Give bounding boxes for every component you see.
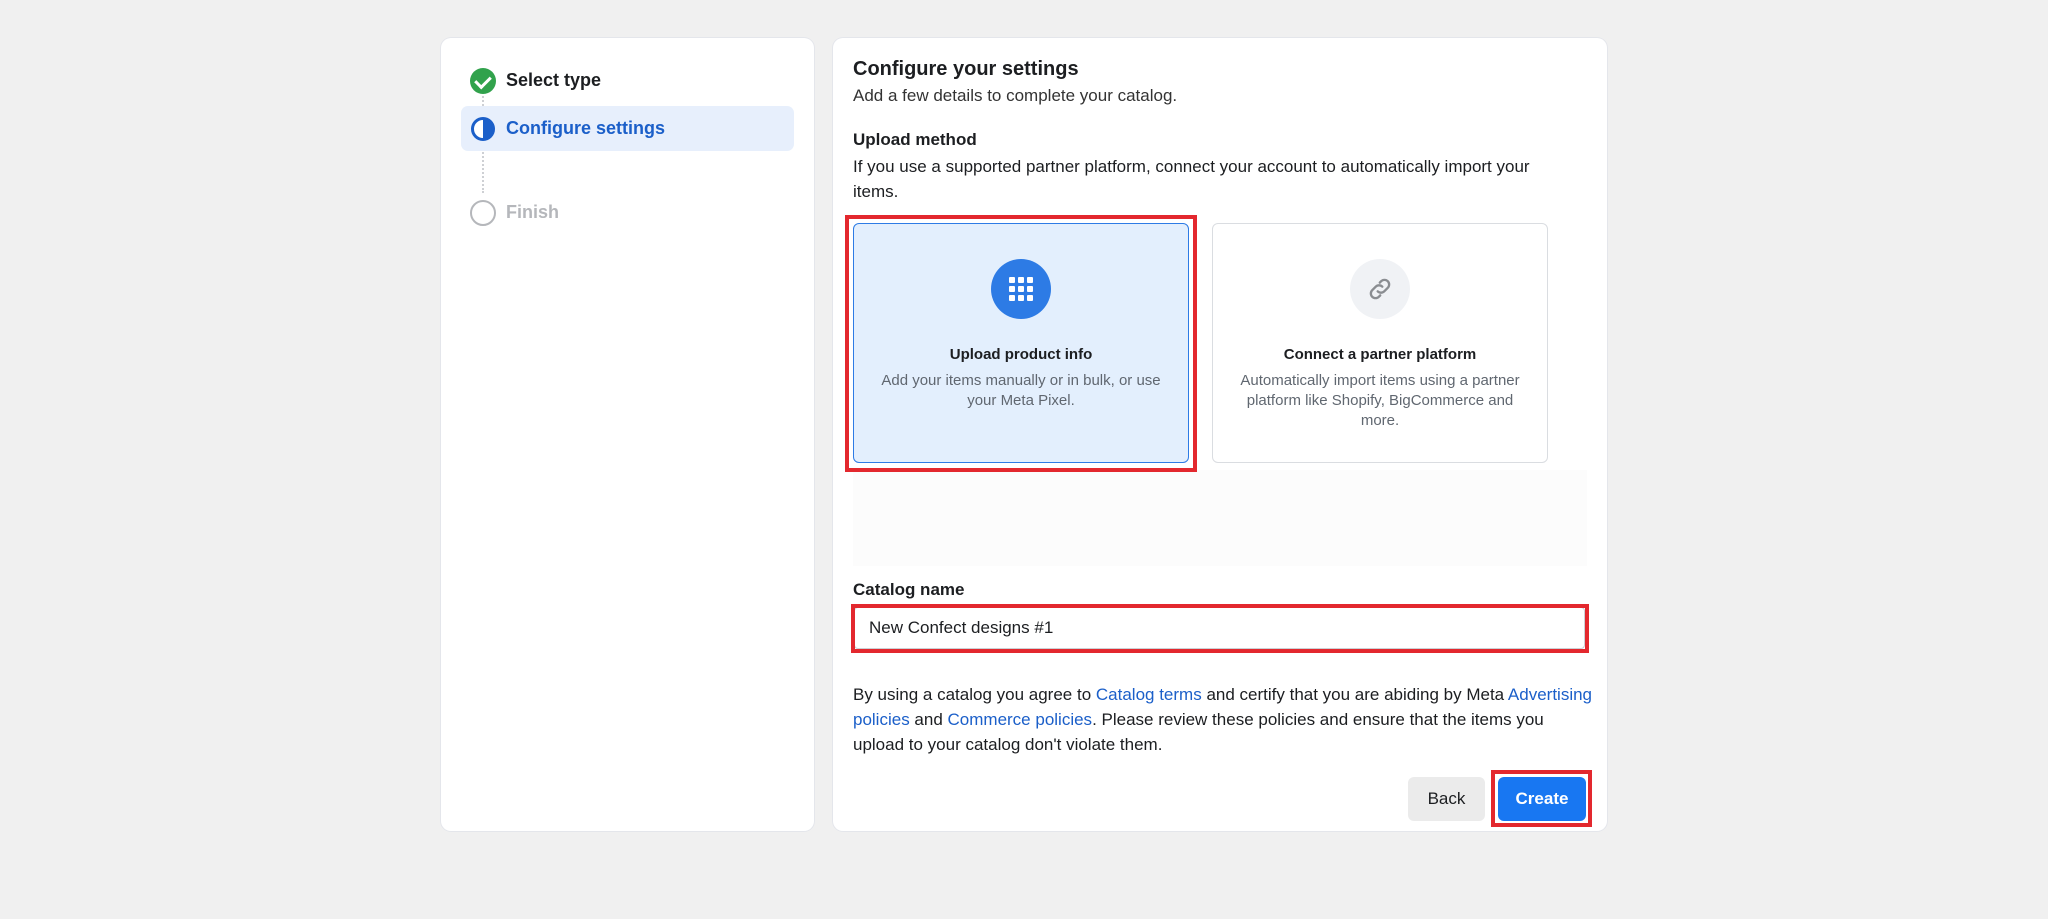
step-label: Finish: [506, 202, 559, 222]
terms-text: By using a catalog you agree to Catalog …: [853, 685, 1593, 754]
option-description: Add your items manually or in bulk, or u…: [881, 372, 1161, 409]
step-label: Configure settings: [506, 118, 666, 138]
connect-partner-platform-option[interactable]: Connect a partner platform Automatically…: [1212, 223, 1548, 463]
upload-icon-circle: [991, 259, 1051, 319]
check-circle-icon: [470, 67, 496, 94]
option-title: Upload product info: [949, 346, 1093, 363]
commerce-policies-link[interactable]: Commerce policies: [948, 710, 1093, 729]
grid-icon: [1009, 277, 1033, 301]
page-title: Configure your settings: [853, 58, 1079, 80]
link-icon-circle: [1350, 259, 1410, 319]
step-select-type[interactable]: Select type: [461, 58, 794, 103]
catalog-name-input[interactable]: [854, 607, 1585, 649]
upload-method-description: If you use a supported partner platform,…: [853, 157, 1530, 201]
create-button[interactable]: Create: [1498, 777, 1586, 821]
link-icon: [1369, 278, 1391, 300]
option-description: Automatically import items using a partn…: [1240, 372, 1520, 429]
page-subtitle: Add a few details to complete your catal…: [853, 86, 1178, 105]
catalog-terms-link[interactable]: Catalog terms: [1096, 685, 1202, 704]
back-button[interactable]: Back: [1408, 777, 1485, 821]
upload-product-info-option[interactable]: Upload product info Add your items manua…: [853, 223, 1189, 463]
step-configure-settings[interactable]: Configure settings: [461, 106, 794, 151]
upload-method-heading: Upload method: [853, 130, 977, 149]
empty-circle-icon: [470, 199, 496, 226]
option-title: Connect a partner platform: [1283, 346, 1477, 363]
configure-panel: Configure your settings Add a few detail…: [833, 38, 1607, 831]
step-connector: [482, 145, 484, 193]
step-finish: Finish: [461, 190, 794, 235]
half-circle-icon: [471, 116, 495, 141]
spacer-area: [853, 470, 1587, 566]
stepper-panel: Select type Configure settings Finish: [441, 38, 814, 831]
step-label: Select type: [506, 70, 602, 90]
catalog-name-label: Catalog name: [853, 580, 965, 599]
